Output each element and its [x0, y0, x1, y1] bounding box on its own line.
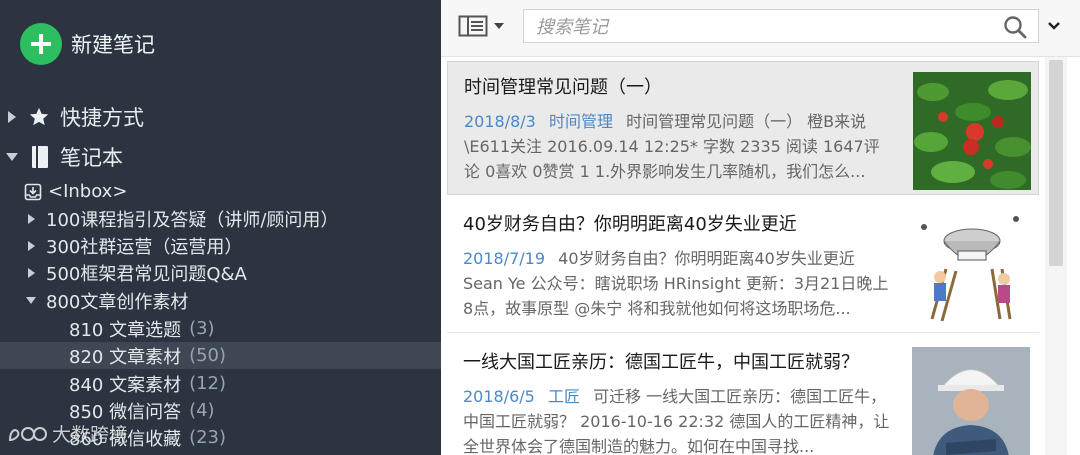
plus-icon: [20, 23, 62, 65]
scrollbar-thumb[interactable]: [1049, 60, 1063, 266]
shortcuts-section[interactable]: 快捷方式: [0, 102, 144, 132]
note-list: 时间管理常见问题（一） 2018/8/3 时间管理 时间管理常见问题（一） 橙B…: [441, 57, 1041, 455]
notebook-count: (4): [189, 400, 215, 421]
notebook-count: (23): [189, 427, 227, 448]
notebook-name: 840 文案素材: [69, 374, 182, 396]
note-thumbnail: [912, 209, 1030, 327]
note-thumbnail: [912, 347, 1030, 455]
search-icon[interactable]: [1002, 14, 1028, 40]
chevron-down-icon[interactable]: [1047, 20, 1061, 32]
expand-arrow-icon[interactable]: [28, 267, 35, 278]
expand-arrow-icon[interactable]: [28, 213, 35, 224]
notebook-icon: [32, 146, 48, 168]
note-date: 2018/6/5: [463, 387, 535, 406]
worker-helmet-image: [912, 347, 1030, 455]
notebook-name: 800文章创作素材: [46, 291, 189, 313]
notebook-item-300[interactable]: 300社群运营（运营用）: [0, 232, 441, 259]
notebook-item-840[interactable]: 840 文案素材 (12): [0, 370, 441, 397]
notebook-name: 820 文章素材: [69, 346, 182, 368]
notebook-count: (50): [189, 345, 227, 366]
collapse-arrow-icon[interactable]: [26, 297, 36, 304]
sidebar: 新建笔记 快捷方式 笔记本 <Inbox> 100课程指引及答疑（讲师/顾问用）…: [0, 0, 441, 455]
watermark-logo-icon: [8, 426, 47, 441]
note-tag[interactable]: 时间管理: [549, 112, 613, 131]
notebooks-label: 笔记本: [60, 146, 123, 170]
note-snippet: 2018/7/19 40岁财务自由？你明明距离40岁失业更近 Sean Ye 公…: [463, 246, 893, 321]
note-list-panel: 时间管理常见问题（一） 2018/8/3 时间管理 时间管理常见问题（一） 橙B…: [441, 0, 1080, 455]
toolbar: [441, 0, 1080, 57]
new-note-button[interactable]: 新建笔记: [20, 23, 155, 65]
search-box[interactable]: [523, 9, 1039, 43]
note-card[interactable]: 一线大国工匠亲历：德国工匠牛，中国工匠就弱？ 2018/6/5 工匠 可迁移 一…: [447, 337, 1039, 455]
notebook-name: 100课程指引及答疑（讲师/顾问用）: [46, 209, 339, 231]
notebook-count: (12): [189, 373, 227, 394]
note-title: 时间管理常见问题（一）: [464, 77, 662, 98]
notebook-item-820[interactable]: 820 文章素材 (50): [0, 342, 441, 369]
note-card[interactable]: 时间管理常见问题（一） 2018/8/3 时间管理 时间管理常见问题（一） 橙B…: [447, 61, 1039, 195]
search-input[interactable]: [534, 14, 978, 40]
inbox-icon: [24, 183, 42, 200]
watermark-text: 大数跨境: [52, 424, 129, 446]
notebook-name: 810 文章选题: [69, 319, 182, 341]
notebook-item-500[interactable]: 500框架君常见问题Q&A: [0, 259, 441, 286]
notebook-item-800[interactable]: 800文章创作素材: [0, 287, 441, 314]
caret-down-icon: [494, 23, 504, 29]
note-tag[interactable]: 工匠: [548, 387, 580, 406]
note-date: 2018/8/3: [464, 112, 536, 131]
collapse-arrow-icon[interactable]: [6, 153, 18, 161]
expand-arrow-icon[interactable]: [8, 111, 16, 123]
list-view-icon: [458, 15, 488, 37]
star-icon: [29, 107, 49, 126]
expand-arrow-icon[interactable]: [28, 240, 35, 251]
note-card[interactable]: 40岁财务自由？你明明距离40岁失业更近 2018/7/19 40岁财务自由？你…: [447, 199, 1039, 333]
notebook-count: (3): [189, 318, 215, 339]
note-snippet: 2018/6/5 工匠 可迁移 一线大国工匠亲历：德国工匠牛，中国工匠就弱？ 2…: [463, 384, 893, 455]
note-snippet: 2018/8/3 时间管理 时间管理常见问题（一） 橙B来说\E611关注 20…: [464, 109, 894, 184]
note-date: 2018/7/19: [463, 249, 546, 268]
new-note-label: 新建笔记: [71, 33, 155, 57]
notebook-name: 500框架君常见问题Q&A: [46, 263, 247, 285]
note-thumbnail: [913, 72, 1031, 190]
notebook-item-810[interactable]: 810 文章选题 (3): [0, 315, 441, 342]
notebooks-section[interactable]: 笔记本: [0, 142, 123, 172]
strawberry-plant-image: [913, 72, 1031, 190]
note-title: 40岁财务自由？你明明距离40岁失业更近: [463, 214, 797, 235]
view-mode-button[interactable]: [458, 14, 506, 38]
notebook-name: <Inbox>: [48, 181, 128, 202]
shortcuts-label: 快捷方式: [60, 106, 144, 130]
notebook-item-100[interactable]: 100课程指引及答疑（讲师/顾问用）: [0, 205, 441, 232]
note-title: 一线大国工匠亲历：德国工匠牛，中国工匠就弱？: [463, 352, 859, 373]
work-cartoon-image: [912, 209, 1030, 327]
watermark: 大数跨境: [6, 420, 128, 447]
notebook-item-inbox[interactable]: <Inbox>: [0, 178, 441, 205]
notebook-name: 300社群运营（运营用）: [46, 236, 243, 258]
